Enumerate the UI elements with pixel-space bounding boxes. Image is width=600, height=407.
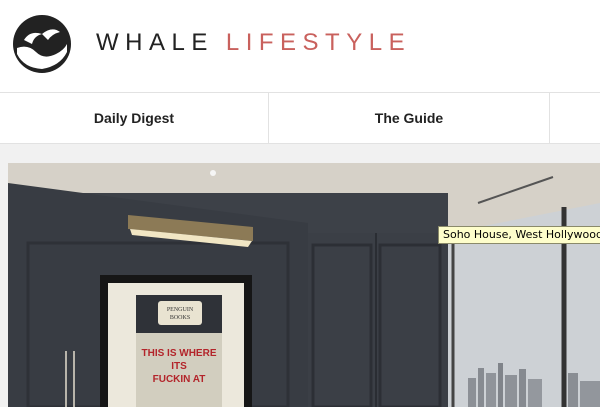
site-brand[interactable]: WHALE LIFESTYLE xyxy=(96,30,411,56)
poster-line-2: ITS xyxy=(171,361,187,372)
whale-tail-logo-icon[interactable] xyxy=(12,14,72,74)
main-nav: Daily Digest The Guide xyxy=(0,92,600,144)
poster-line-3: FUCKIN AT xyxy=(153,374,206,385)
nav-item-partial[interactable] xyxy=(550,93,600,143)
brand-word-whale: WHALE xyxy=(96,29,214,56)
image-tooltip: Soho House, West Hollywood xyxy=(438,226,600,244)
hero-image[interactable]: PENGUIN BOOKS THIS IS WHERE ITS FUCKIN A… xyxy=(8,163,600,407)
brand-word-lifestyle: LIFESTYLE xyxy=(225,29,412,56)
poster-publisher-1: PENGUIN xyxy=(167,307,194,313)
site-header: WHALE LIFESTYLE xyxy=(0,0,600,92)
nav-daily-digest[interactable]: Daily Digest xyxy=(0,93,269,143)
poster-publisher-2: BOOKS xyxy=(170,315,190,321)
poster-line-1: THIS IS WHERE xyxy=(141,348,216,359)
nav-the-guide[interactable]: The Guide xyxy=(269,93,550,143)
